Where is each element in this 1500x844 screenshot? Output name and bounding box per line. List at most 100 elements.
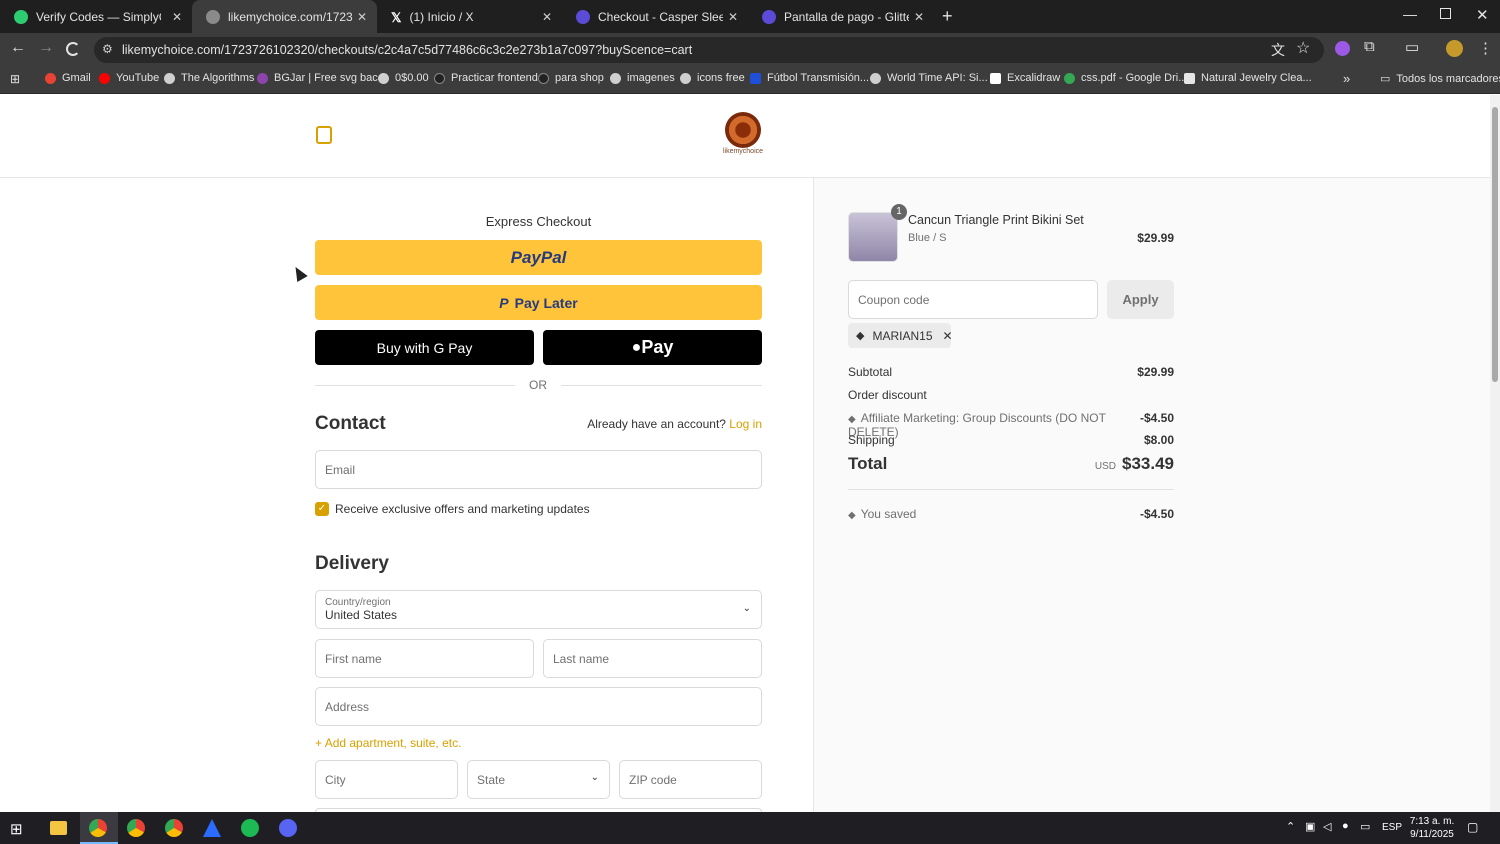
clock[interactable]: 7:13 a. m. 9/11/2025 (1404, 815, 1460, 841)
discord-icon[interactable] (279, 819, 297, 837)
meet-now-icon[interactable]: ▣ (1305, 820, 1315, 833)
app-icon[interactable] (203, 819, 221, 837)
network-icon[interactable]: ▭ (1360, 820, 1370, 833)
add-apartment-link[interactable]: + Add apartment, suite, etc. (315, 736, 461, 750)
chevron-down-icon: ⌄ (742, 603, 751, 614)
applepay-button[interactable]: ● Pay (543, 330, 762, 365)
delivery-heading: Delivery (315, 553, 389, 574)
notifications-icon[interactable]: ▢ (1467, 820, 1478, 834)
restore-button[interactable] (1440, 8, 1451, 19)
checkout-page: likemychoice Express Checkout PayPal P Pa… (0, 95, 1490, 812)
tab-x[interactable]: 𝕏 (1) Inicio / X ✕ (377, 0, 562, 33)
shipping-row: Shipping $8.00 (848, 433, 1174, 447)
microphone-icon[interactable]: ● (1342, 820, 1349, 832)
close-window-button[interactable]: ✕ (1476, 6, 1489, 24)
file-explorer-icon[interactable] (50, 821, 67, 835)
x-logo-icon: 𝕏 (391, 9, 402, 25)
close-icon[interactable]: ✕ (914, 10, 924, 24)
bookmark-bgjar[interactable]: BGJar | Free svg bac... (257, 72, 387, 84)
tab-glitterville[interactable]: Pantalla de pago - Glitterville St ✕ (748, 0, 934, 33)
loading-spinner-icon[interactable] (66, 42, 80, 56)
windows-taskbar: ⊞ ⌃ ▣ ◁ ● ▭ ESP 7:13 a. m. 9/11/2025 ▢ (0, 812, 1500, 844)
bookmark-excalidraw[interactable]: Excalidraw (990, 72, 1060, 84)
marketing-checkbox[interactable]: ✓ (315, 502, 329, 516)
image-icon (610, 72, 621, 84)
minimize-button[interactable]: — (1403, 6, 1417, 22)
bookmarks-bar: ⊞ Gmail YouTube The Algorithms BGJar | F… (0, 65, 1500, 94)
quantity-badge: 1 (891, 204, 907, 220)
gpay-button[interactable]: Buy with G Pay (315, 330, 534, 365)
bookmark-imagenes[interactable]: imagenes (610, 72, 675, 84)
windows-start-icon[interactable]: ⊞ (10, 820, 23, 838)
bookmark-worldtime[interactable]: World Time API: Si... (870, 72, 988, 84)
drive-icon (1064, 72, 1075, 84)
bookmark-star-icon[interactable]: ☆ (1296, 38, 1310, 58)
first-name-field[interactable]: First name (315, 639, 534, 678)
email-field[interactable]: Email (315, 450, 762, 489)
page-scrollbar[interactable] (1490, 95, 1500, 812)
remove-discount-icon[interactable]: ✕ (943, 329, 953, 343)
bookmark-css-pdf[interactable]: css.pdf - Google Dri... (1064, 72, 1187, 84)
extensions-puzzle-icon[interactable]: ⧉ (1364, 38, 1375, 55)
address-bar[interactable]: ⚙ likemychoice.com/1723726102320/checkou… (94, 37, 1324, 63)
subtotal-row: Subtotal $29.99 (848, 365, 1174, 379)
shopping-bag-icon[interactable] (316, 126, 332, 144)
or-divider-left (315, 385, 515, 386)
new-tab-button[interactable]: + (942, 6, 953, 27)
tab-likemychoice[interactable]: likemychoice.com/17237261020 ✕ (192, 0, 377, 33)
store-logo[interactable] (725, 112, 761, 148)
bookmarks-folder[interactable]: ▭ Todos los marcadores (1380, 72, 1500, 86)
tray-chevron-icon[interactable]: ⌃ (1286, 820, 1295, 833)
or-divider-right (561, 385, 762, 386)
order-discount-row: Order discount (848, 388, 927, 402)
bookmark-practicar[interactable]: Practicar frontend (434, 72, 538, 84)
tab-simplycodes[interactable]: Verify Codes — SimplyCodes ✕ (0, 0, 192, 33)
bgjar-icon (257, 72, 268, 84)
menu-icon[interactable]: ⋮ (1478, 39, 1493, 57)
language-indicator[interactable]: ESP (1382, 822, 1402, 833)
tab-casper[interactable]: Checkout - Casper Sleep ✕ (562, 0, 748, 33)
loading-icon (206, 9, 220, 24)
chrome-icon[interactable] (165, 819, 183, 837)
scrollbar-thumb[interactable] (1492, 107, 1498, 382)
bookmark-0dollar[interactable]: 0$0.00 (378, 72, 429, 84)
apply-button[interactable]: Apply (1107, 280, 1174, 319)
volume-icon[interactable]: ◁ (1323, 820, 1331, 833)
coupon-field[interactable]: Coupon code (848, 280, 1098, 319)
back-button[interactable]: ← (10, 39, 26, 57)
paylater-button[interactable]: P Pay Later (315, 285, 762, 320)
globe-icon (378, 72, 389, 84)
excalidraw-icon (990, 72, 1001, 84)
bookmark-youtube[interactable]: YouTube (99, 72, 159, 84)
translate-icon[interactable]: 文 (1271, 40, 1285, 60)
close-icon[interactable]: ✕ (728, 10, 738, 24)
extension-icon[interactable] (1335, 41, 1350, 56)
spotify-icon[interactable] (241, 819, 259, 837)
casper-icon (576, 9, 590, 24)
tab-search-icon[interactable]: ▭ (1405, 38, 1419, 56)
bookmark-natural-jewelry[interactable]: Natural Jewelry Clea... (1184, 72, 1312, 84)
bookmark-gmail[interactable]: Gmail (45, 72, 91, 84)
bookmark-algorithms[interactable]: The Algorithms (164, 72, 254, 84)
apps-grid-icon[interactable]: ⊞ (10, 72, 20, 86)
bookmark-futbol[interactable]: Fútbol Transmisión... (750, 72, 869, 84)
paypal-button[interactable]: PayPal (315, 240, 762, 275)
login-link[interactable]: Log in (729, 417, 762, 431)
close-icon[interactable]: ✕ (357, 10, 367, 24)
site-info-icon[interactable]: ⚙ (102, 42, 113, 56)
forward-button[interactable]: → (38, 39, 54, 57)
zip-field[interactable]: ZIP code (619, 760, 762, 799)
fp-icon (538, 72, 549, 84)
chrome-icon[interactable] (127, 819, 145, 837)
city-field[interactable]: City (315, 760, 458, 799)
close-icon[interactable]: ✕ (172, 10, 182, 24)
state-select[interactable]: State ⌄ (467, 760, 610, 799)
address-field[interactable]: Address (315, 687, 762, 726)
country-select[interactable]: Country/region United States ⌄ (315, 590, 762, 629)
more-bookmarks-icon[interactable]: » (1343, 71, 1350, 86)
bookmark-icons-free[interactable]: icons free (680, 72, 745, 84)
close-icon[interactable]: ✕ (542, 10, 552, 24)
profile-avatar[interactable] (1446, 40, 1463, 57)
last-name-field[interactable]: Last name (543, 639, 762, 678)
bookmark-para-shop[interactable]: para shop (538, 72, 604, 84)
